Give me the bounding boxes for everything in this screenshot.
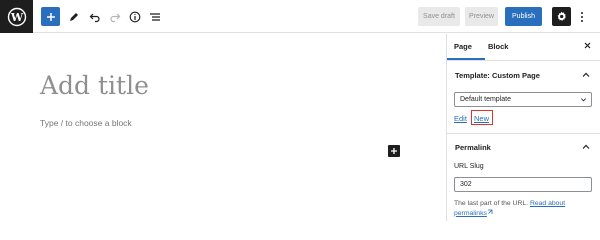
- template-panel-header[interactable]: Template: Custom Page: [447, 66, 600, 86]
- panel-divider: [447, 133, 600, 134]
- redo-button[interactable]: [107, 7, 123, 26]
- tab-page[interactable]: Page: [454, 42, 472, 51]
- publish-button[interactable]: Publish: [505, 7, 542, 26]
- list-view-icon: [150, 12, 160, 21]
- editor-canvas: Add title Type / to choose a block: [0, 34, 446, 221]
- tab-block[interactable]: Block: [488, 42, 508, 51]
- undo-button[interactable]: [87, 7, 103, 26]
- wordpress-logo-icon[interactable]: W: [0, 0, 33, 33]
- template-select[interactable]: Default template: [454, 92, 592, 107]
- settings-sidebar: Page Block Template: Custom Page Default…: [446, 34, 600, 221]
- permalink-panel-title: Permalink: [455, 143, 491, 152]
- list-view-button[interactable]: [147, 7, 163, 26]
- editor-toolbar: W Save draft Preview Publish: [0, 0, 600, 33]
- options-button[interactable]: [577, 7, 587, 26]
- url-slug-label: URL Slug: [454, 163, 484, 170]
- template-panel-title: Template: Custom Page: [455, 71, 540, 80]
- close-icon: [584, 42, 590, 48]
- tools-button[interactable]: [66, 7, 82, 26]
- chevron-up-icon: [582, 72, 590, 77]
- block-inserter-button[interactable]: [388, 145, 400, 157]
- add-block-button[interactable]: [41, 7, 60, 26]
- template-select-value: Default template: [460, 96, 511, 103]
- help-text: The last part of the URL.: [454, 200, 529, 207]
- edit-template-link[interactable]: Edit: [454, 114, 467, 123]
- active-tab-indicator: [447, 58, 485, 60]
- settings-button[interactable]: [552, 7, 571, 26]
- info-icon: [129, 11, 141, 22]
- sidebar-tabs: Page Block: [447, 34, 600, 61]
- url-slug-input[interactable]: 302: [454, 177, 592, 192]
- save-draft-button[interactable]: Save draft: [418, 7, 460, 26]
- preview-button[interactable]: Preview: [465, 7, 498, 26]
- chevron-up-icon: [582, 144, 590, 149]
- details-button[interactable]: [127, 7, 143, 26]
- post-title-input[interactable]: Add title: [40, 71, 149, 100]
- pencil-icon: [70, 12, 78, 21]
- vertical-ellipsis-icon: [581, 11, 583, 22]
- plus-icon: [46, 12, 55, 21]
- gear-icon: [557, 11, 566, 21]
- block-appender[interactable]: Type / to choose a block: [40, 118, 132, 128]
- new-template-link[interactable]: New: [471, 110, 493, 125]
- plus-icon: [391, 148, 397, 154]
- external-link-icon: [487, 209, 493, 214]
- undo-icon: [89, 13, 100, 22]
- permalink-panel-header[interactable]: Permalink: [447, 138, 600, 158]
- chevron-down-icon: [581, 98, 586, 102]
- svg-text:W: W: [9, 11, 23, 24]
- close-sidebar-button[interactable]: [582, 40, 592, 50]
- permalink-help-text: The last part of the URL. Read about per…: [454, 199, 594, 218]
- redo-icon: [110, 13, 121, 22]
